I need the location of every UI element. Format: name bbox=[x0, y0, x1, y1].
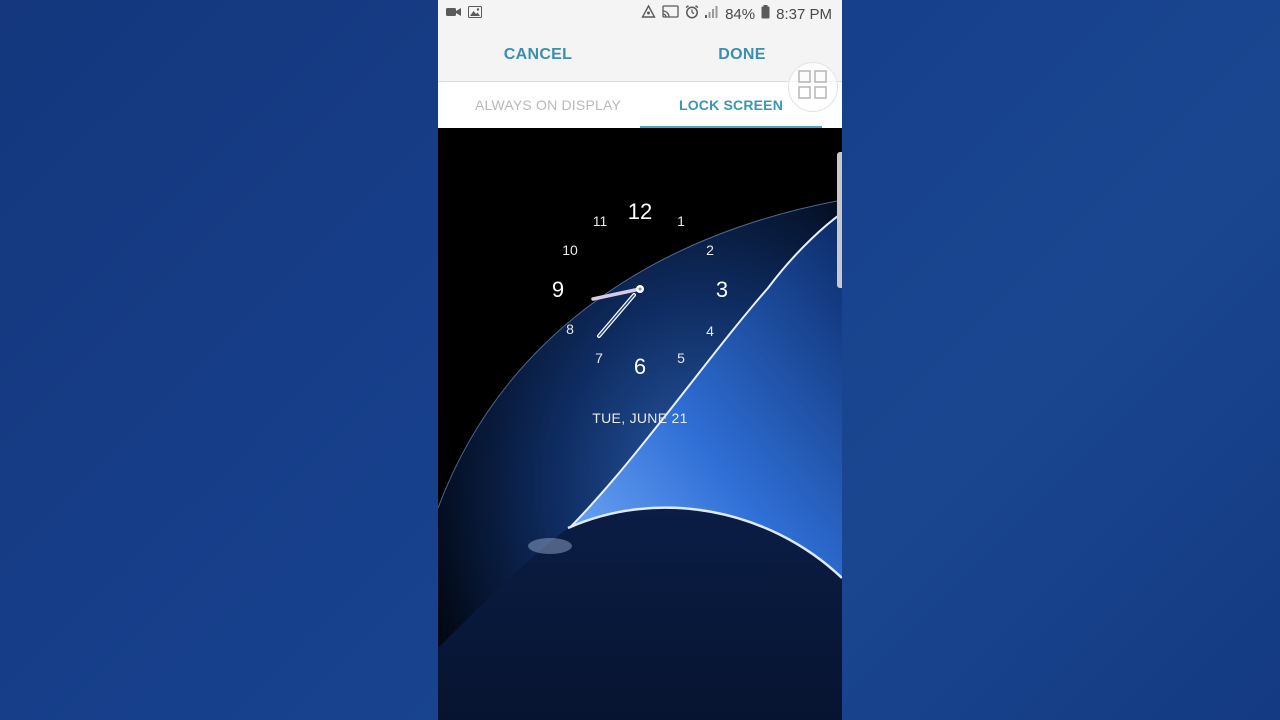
grid-view-button[interactable] bbox=[788, 62, 838, 112]
status-left-icons bbox=[446, 5, 482, 23]
battery-percent: 84% bbox=[725, 5, 756, 23]
cancel-button[interactable]: CANCEL bbox=[488, 28, 588, 82]
clock-hands bbox=[591, 285, 644, 338]
status-right-icons: 84% 8:37 PM bbox=[641, 4, 832, 24]
status-bar: 84% 8:37 PM bbox=[438, 0, 842, 28]
analog-clock: 12 1 2 3 4 5 6 7 8 9 10 11 TUE, JUNE 21 bbox=[438, 128, 842, 720]
cast-icon bbox=[662, 5, 679, 23]
tab-bar: ALWAYS ON DISPLAY LOCK SCREEN bbox=[438, 82, 842, 128]
phone-screen: 84% 8:37 PM CANCEL DONE ALWAYS ON DISPLA… bbox=[438, 0, 842, 720]
lock-screen-date: TUE, JUNE 21 bbox=[592, 410, 688, 426]
grid-icon bbox=[798, 69, 828, 105]
battery-icon bbox=[761, 4, 770, 24]
gallery-icon bbox=[468, 5, 482, 23]
done-button[interactable]: DONE bbox=[692, 28, 792, 82]
status-time: 8:37 PM bbox=[776, 5, 832, 23]
edit-header: CANCEL DONE bbox=[438, 28, 842, 82]
video-camera-icon bbox=[446, 5, 462, 23]
signal-icon bbox=[705, 5, 719, 23]
lock-screen-preview[interactable]: 12 1 2 3 4 5 6 7 8 9 10 11 TUE, JUNE 21 bbox=[438, 128, 842, 720]
tab-always-on-display[interactable]: ALWAYS ON DISPLAY bbox=[458, 82, 638, 128]
alarm-icon bbox=[685, 4, 699, 24]
recycle-icon bbox=[641, 4, 656, 23]
